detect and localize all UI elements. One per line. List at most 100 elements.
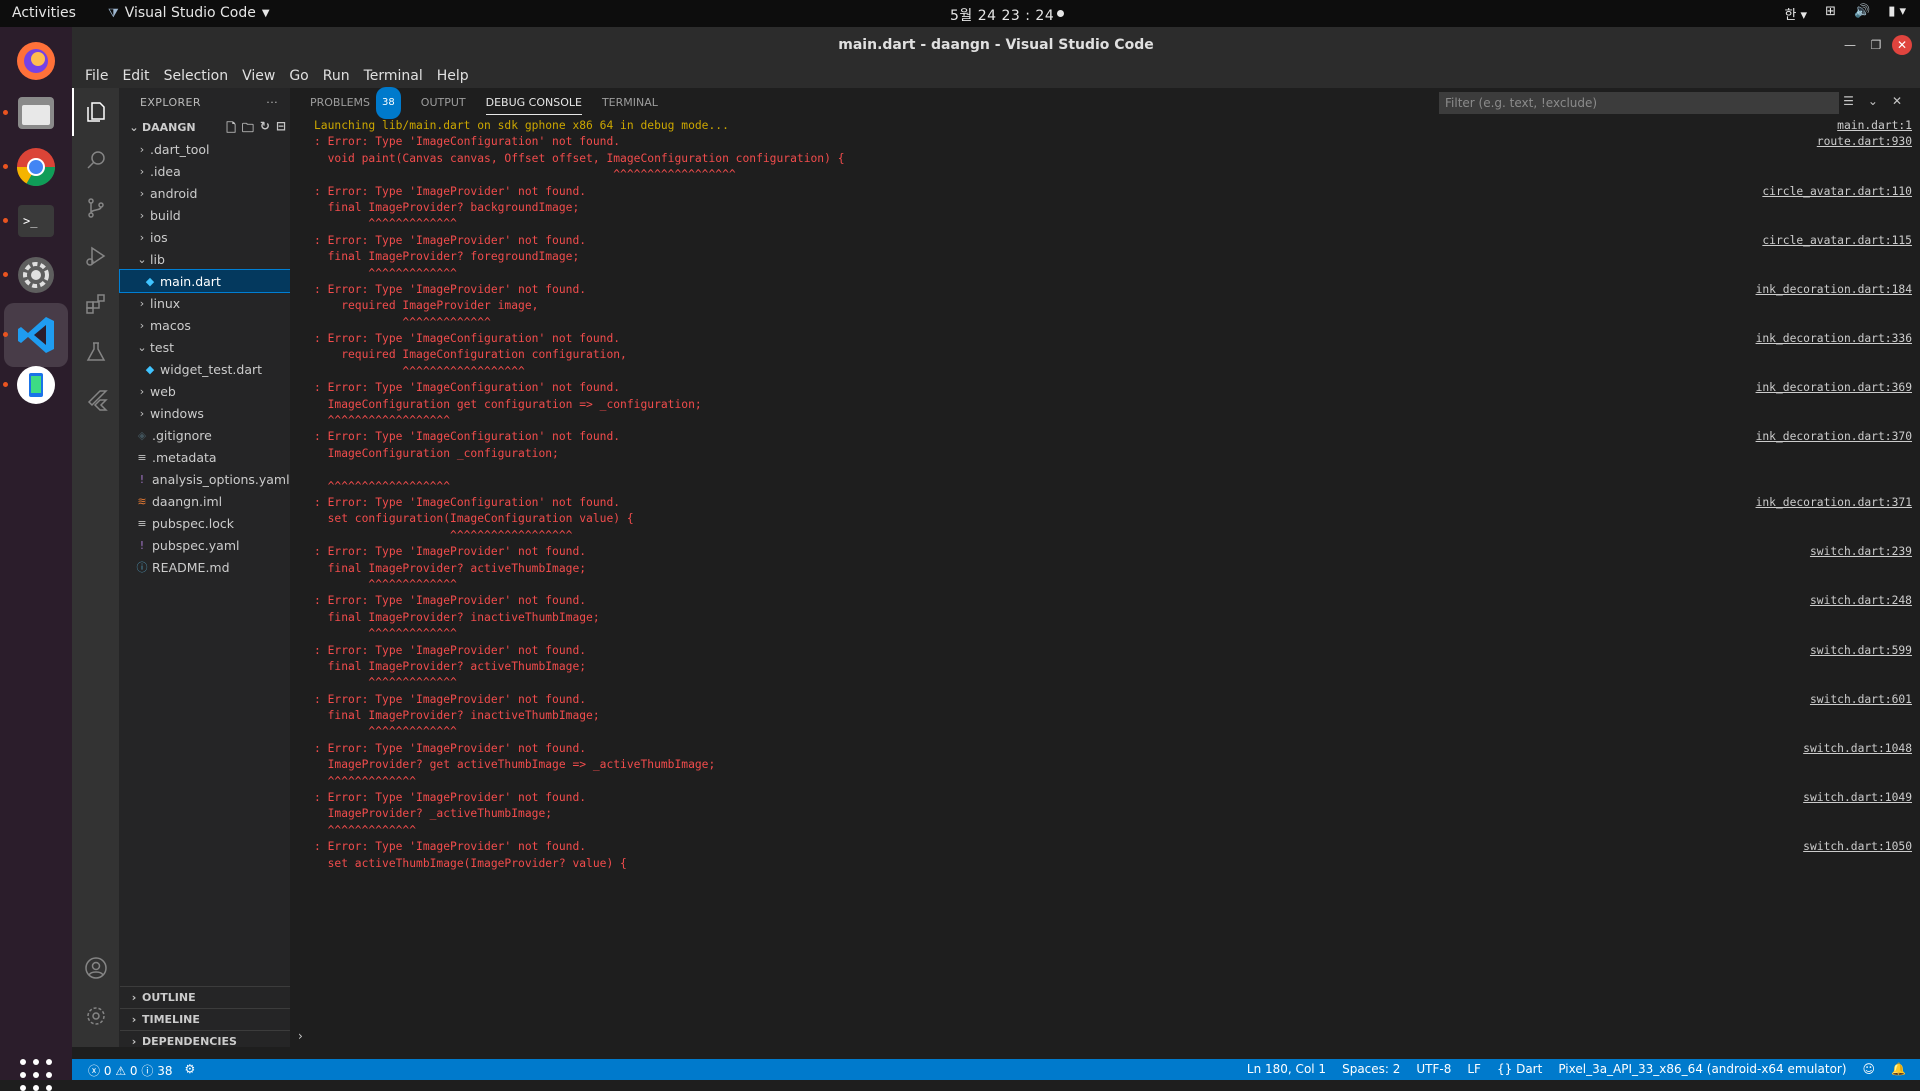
source-location-link[interactable]: switch.dart:1050	[1803, 839, 1912, 855]
folder-item[interactable]: › android	[120, 182, 290, 204]
file-item[interactable]: ≡ .metadata	[120, 446, 290, 468]
input-method-indicator[interactable]: 한 ▾	[1784, 4, 1807, 23]
menu-help[interactable]: Help	[430, 68, 476, 84]
notifications-bell-icon[interactable]: 🔔	[1891, 1062, 1906, 1076]
testing-icon[interactable]	[84, 340, 108, 364]
close-panel-icon[interactable]: ✕	[1892, 94, 1902, 108]
cursor-position[interactable]: Ln 180, Col 1	[1247, 1062, 1326, 1076]
menu-view[interactable]: View	[235, 68, 282, 84]
folder-item[interactable]: › build	[120, 204, 290, 226]
file-item[interactable]: ! analysis_options.yaml	[120, 468, 290, 490]
folder-item[interactable]: › ios	[120, 226, 290, 248]
end-of-line[interactable]: LF	[1467, 1062, 1481, 1076]
folder-item[interactable]: ⌄ test	[120, 336, 290, 358]
settings-icon[interactable]	[12, 251, 60, 299]
device-selector[interactable]: Pixel_3a_API_33_x86_64 (android-x64 emul…	[1558, 1062, 1846, 1076]
source-location-link[interactable]: route.dart:930	[1817, 134, 1912, 150]
app-menu[interactable]: ⧩ Visual Studio Code ▼	[108, 5, 270, 21]
folder-item[interactable]: ⌄ lib	[120, 248, 290, 270]
source-location-link[interactable]: ink_decoration.dart:336	[1756, 331, 1912, 347]
file-item[interactable]: ≋ daangn.iml	[120, 490, 290, 512]
tab-problems[interactable]: PROBLEMS 38	[300, 87, 411, 119]
battery-icon[interactable]: ▮ ▾	[1888, 4, 1906, 23]
minimize-icon[interactable]: —	[1840, 35, 1860, 55]
folder-item[interactable]: › windows	[120, 402, 290, 424]
chrome-icon[interactable]	[12, 143, 60, 191]
more-actions-icon[interactable]: ···	[266, 96, 278, 109]
network-icon[interactable]: ⊞	[1825, 4, 1836, 23]
encoding[interactable]: UTF-8	[1416, 1062, 1451, 1076]
tab-output[interactable]: OUTPUT	[411, 88, 476, 118]
file-item[interactable]: ⓘ README.md	[120, 556, 290, 578]
file-item[interactable]: ≡ pubspec.lock	[120, 512, 290, 534]
show-apps-icon[interactable]	[20, 1059, 52, 1091]
clock[interactable]: 5월 24 23 : 24	[950, 5, 1054, 25]
flutter-icon[interactable]	[84, 388, 108, 412]
terminal-icon[interactable]: >_	[12, 197, 60, 245]
run-debug-icon[interactable]	[84, 244, 108, 268]
language-mode[interactable]: {} Dart	[1497, 1062, 1542, 1076]
console-input-prompt[interactable]: ›	[298, 1029, 303, 1047]
source-location-link[interactable]: switch.dart:601	[1810, 692, 1912, 708]
dependencies-section[interactable]: › DEPENDENCIES	[120, 1030, 290, 1052]
maximize-icon[interactable]: ❐	[1866, 35, 1886, 55]
problems-status[interactable]: ⓧ 0 ⚠ 0 ⓘ 38	[88, 1062, 173, 1079]
folder-item[interactable]: › web	[120, 380, 290, 402]
menu-terminal[interactable]: Terminal	[357, 68, 430, 84]
folder-item[interactable]: › .idea	[120, 160, 290, 182]
source-location-link[interactable]: switch.dart:239	[1810, 544, 1912, 560]
menu-selection[interactable]: Selection	[157, 68, 236, 84]
source-location-link[interactable]: circle_avatar.dart:110	[1762, 184, 1912, 200]
source-location-link[interactable]: ink_decoration.dart:369	[1756, 380, 1912, 396]
new-folder-icon[interactable]: 🗀	[242, 119, 254, 140]
explorer-icon[interactable]	[84, 100, 108, 124]
project-root[interactable]: ⌄ DAANGN 🗋 🗀 ↻ ⊟	[120, 116, 290, 138]
source-location-link[interactable]: switch.dart:1048	[1803, 741, 1912, 757]
firefox-icon[interactable]	[12, 37, 60, 85]
outline-section[interactable]: › OUTLINE	[120, 986, 290, 1008]
folder-item[interactable]: › linux	[120, 292, 290, 314]
debug-icon[interactable]: ⚙	[185, 1062, 196, 1079]
tab-debug-console[interactable]: DEBUG CONSOLE	[476, 88, 592, 118]
new-file-icon[interactable]: 🗋	[226, 119, 236, 140]
source-location-link[interactable]: switch.dart:1049	[1803, 790, 1912, 806]
source-location-link[interactable]: main.dart:1	[1837, 118, 1912, 134]
accounts-icon[interactable]	[84, 956, 108, 980]
volume-icon[interactable]: 🔊	[1854, 4, 1870, 23]
file-item[interactable]: ◆ widget_test.dart	[120, 358, 290, 380]
manage-gear-icon[interactable]	[84, 1004, 108, 1028]
close-window-icon[interactable]: ✕	[1892, 35, 1912, 55]
source-location-link[interactable]: switch.dart:248	[1810, 593, 1912, 609]
menu-run[interactable]: Run	[316, 68, 357, 84]
console-filter-input[interactable]: Filter (e.g. text, !exclude)	[1439, 92, 1839, 114]
source-control-icon[interactable]	[84, 196, 108, 220]
files-icon[interactable]	[12, 89, 60, 137]
menu-edit[interactable]: Edit	[115, 68, 156, 84]
file-item[interactable]: ◆ main.dart	[119, 269, 291, 293]
source-location-link[interactable]: ink_decoration.dart:370	[1756, 429, 1912, 445]
folder-item[interactable]: › .dart_tool	[120, 138, 290, 160]
tab-terminal[interactable]: TERMINAL	[592, 88, 668, 118]
chevron-down-icon[interactable]: ⌄	[1868, 94, 1878, 108]
indentation[interactable]: Spaces: 2	[1342, 1062, 1400, 1076]
file-item[interactable]: ◈ .gitignore	[120, 424, 290, 446]
source-location-link[interactable]: ink_decoration.dart:371	[1756, 495, 1912, 511]
timeline-section[interactable]: › TIMELINE	[120, 1008, 290, 1030]
source-location-link[interactable]: circle_avatar.dart:115	[1762, 233, 1912, 249]
activities-button[interactable]: Activities	[12, 5, 76, 21]
android-emulator-icon[interactable]	[12, 361, 60, 409]
collapse-all-icon[interactable]: ⊟	[276, 119, 286, 140]
feedback-icon[interactable]: ☺	[1863, 1062, 1876, 1076]
source-location-link[interactable]: ink_decoration.dart:184	[1756, 282, 1912, 298]
clear-console-icon[interactable]: ☰	[1843, 94, 1854, 108]
extensions-icon[interactable]	[84, 292, 108, 316]
vscode-icon[interactable]	[4, 303, 68, 367]
source-location-link[interactable]: switch.dart:599	[1810, 643, 1912, 659]
menu-go[interactable]: Go	[282, 68, 315, 84]
menu-file[interactable]: File	[78, 68, 115, 84]
search-icon[interactable]	[84, 148, 108, 172]
system-tray[interactable]: 한 ▾ ⊞ 🔊 ▮ ▾	[1784, 4, 1906, 23]
folder-item[interactable]: › macos	[120, 314, 290, 336]
refresh-icon[interactable]: ↻	[260, 119, 270, 140]
file-item[interactable]: ! pubspec.yaml	[120, 534, 290, 556]
